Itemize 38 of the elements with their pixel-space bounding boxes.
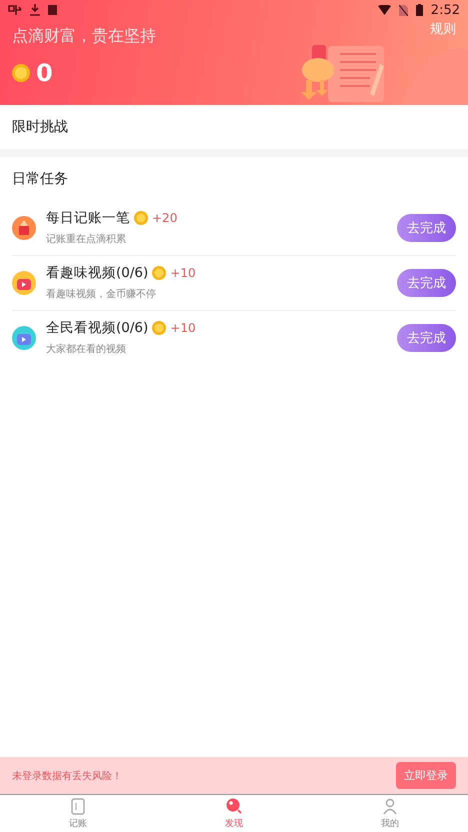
task-title: 全民看视频(0/6) — [46, 319, 148, 337]
person-icon — [382, 798, 398, 814]
reward-amount: +20 — [152, 211, 178, 225]
complete-button[interactable]: 去完成 — [397, 214, 456, 242]
task-description: 大家都在看的视频 — [46, 342, 127, 356]
wifi-icon — [378, 5, 391, 15]
coin-icon — [12, 64, 30, 82]
tab[interactable]: 我的 — [312, 795, 468, 832]
tab[interactable]: 发现 — [156, 795, 312, 832]
complete-button[interactable]: 去完成 — [397, 324, 456, 352]
section-title: 日常任务 — [12, 170, 69, 189]
search-icon — [226, 798, 242, 814]
login-button[interactable]: 立即登录 — [396, 762, 456, 789]
reward-amount: +10 — [170, 266, 196, 280]
clock: 2:52 — [430, 2, 460, 18]
task-title: 看趣味视频(0/6) — [46, 264, 148, 282]
coin-icon — [152, 321, 166, 335]
tv-icon — [12, 270, 36, 294]
rules-link[interactable]: 规则 — [430, 20, 456, 47]
complete-button[interactable]: 去完成 — [397, 268, 456, 296]
tv-icon — [12, 326, 36, 350]
pencil-icon — [12, 216, 36, 240]
task-title: 每日记账一笔 — [46, 209, 130, 227]
coin-icon — [134, 211, 148, 225]
no-sim-icon — [398, 4, 408, 16]
book-icon — [70, 798, 86, 814]
section-title: 限时挑战 — [12, 118, 69, 137]
app-notification-icon — [8, 4, 22, 16]
download-icon — [30, 4, 40, 16]
task-description: 记账重在点滴积累 — [46, 232, 127, 246]
battery-icon — [416, 4, 423, 16]
warning-text: 未登录数据有丢失风险！ — [12, 770, 122, 782]
tab[interactable]: 记账 — [0, 795, 156, 832]
task-description: 看趣味视频，金币赚不停 — [46, 288, 157, 301]
reward-amount: +10 — [170, 321, 196, 335]
coin-icon — [152, 266, 166, 280]
slogan: 点滴财富，贵在坚持 — [12, 26, 156, 47]
coin-balance: 0 — [36, 59, 53, 87]
